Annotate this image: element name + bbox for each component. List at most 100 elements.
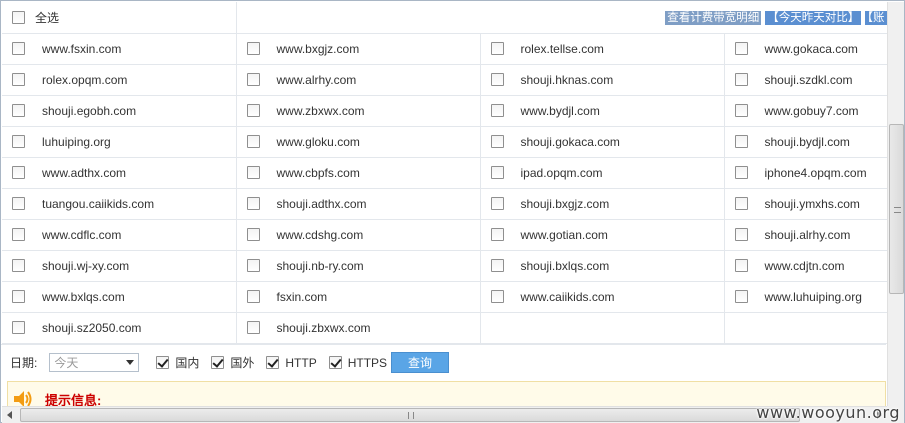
domain-cell: iphone4.opqm.com — [724, 157, 887, 189]
domain-table: 全选 查看计费带宽明细 【今天昨天对比】 【账 www.fsxin.com www.b… — [2, 2, 887, 344]
domain-checkbox[interactable] — [490, 197, 504, 210]
domain-cell: rolex.opqm.com — [2, 64, 237, 96]
domain-cell: shouji.nb-ry.com — [236, 250, 481, 282]
domain-checkbox[interactable] — [490, 290, 504, 303]
domain-checkbox[interactable] — [246, 228, 260, 241]
scroll-left-icon[interactable] — [7, 411, 12, 419]
select-all-row: 全选 查看计费带宽明细 【今天昨天对比】 【账 — [2, 2, 887, 34]
vertical-scrollbar[interactable] — [887, 2, 904, 406]
domain-checkbox[interactable] — [12, 104, 25, 117]
domain-label: www.caiikids.com — [520, 289, 615, 304]
domain-checkbox[interactable] — [734, 259, 748, 272]
domain-checkbox[interactable] — [12, 228, 25, 241]
domain-cell: www.cbpfs.com — [236, 157, 481, 189]
domain-label: www.adthx.com — [42, 165, 127, 180]
domain-checkbox[interactable] — [12, 42, 25, 55]
domain-checkbox[interactable] — [246, 259, 260, 272]
domain-checkbox[interactable] — [12, 259, 25, 272]
domain-cell: shouji.gokaca.com — [480, 126, 725, 158]
option-domestic[interactable]: 国内 — [156, 354, 199, 371]
domain-checkbox[interactable] — [246, 290, 260, 303]
domain-cell: www.gotian.com — [480, 219, 725, 251]
select-all-cell: 全选 — [2, 2, 237, 34]
tip-box: 提示信息: — [7, 381, 886, 406]
domain-checkbox[interactable] — [246, 104, 260, 117]
vertical-scroll-thumb[interactable] — [889, 124, 904, 294]
table-row: www.adthx.com www.cbpfs.com ipad.opqm.com i… — [2, 157, 887, 189]
domain-checkbox[interactable] — [734, 42, 748, 55]
domain-cell: shouji.bxlqs.com — [480, 250, 725, 282]
domain-label: shouji.szdkl.com — [764, 72, 853, 87]
account-link[interactable]: 【账 — [865, 11, 887, 26]
domain-cell: www.adthx.com — [2, 157, 237, 189]
top-links: 查看计费带宽明细 【今天昨天对比】 【账 — [236, 2, 887, 34]
domain-label: www.zbxwx.com — [276, 103, 365, 118]
domain-checkbox[interactable] — [734, 135, 748, 148]
domain-cell: www.caiikids.com — [480, 281, 725, 313]
domain-checkbox[interactable] — [246, 135, 260, 148]
domain-checkbox[interactable] — [734, 228, 748, 241]
table-row: shouji.egobh.com www.zbxwx.com www.bydjl.c… — [2, 95, 887, 127]
domain-cell: shouji.alrhy.com — [724, 219, 887, 251]
https-checkbox[interactable] — [328, 356, 342, 369]
domain-checkbox[interactable] — [246, 197, 260, 210]
domain-label: www.bxgjz.com — [276, 41, 360, 56]
option-http[interactable]: HTTP — [266, 356, 317, 370]
domain-cell: www.gloku.com — [236, 126, 481, 158]
domain-checkbox[interactable] — [734, 104, 748, 117]
domain-checkbox[interactable] — [490, 104, 504, 117]
domain-checkbox[interactable] — [246, 42, 260, 55]
domain-checkbox[interactable] — [490, 259, 504, 272]
domain-checkbox[interactable] — [734, 166, 748, 179]
domain-checkbox[interactable] — [12, 135, 25, 148]
https-label: HTTPS — [347, 355, 388, 370]
query-button[interactable]: 查询 — [391, 352, 450, 373]
domain-checkbox[interactable] — [490, 73, 504, 86]
domain-cell: shouji.ymxhs.com — [724, 188, 887, 220]
domain-checkbox[interactable] — [12, 197, 25, 210]
domain-label: www.fsxin.com — [42, 41, 122, 56]
date-select-value: 今天 — [54, 356, 79, 370]
domain-checkbox[interactable] — [490, 42, 504, 55]
table-row: luhuiping.org www.gloku.com shouji.gokaca.… — [2, 126, 887, 158]
domain-checkbox[interactable] — [490, 166, 504, 179]
domain-checkbox[interactable] — [12, 73, 25, 86]
domain-checkbox[interactable] — [734, 197, 748, 210]
domain-cell — [480, 312, 725, 344]
select-all-checkbox[interactable] — [12, 10, 25, 24]
domain-checkbox[interactable] — [246, 73, 260, 86]
domain-checkbox[interactable] — [734, 290, 748, 303]
chevron-down-icon — [126, 360, 135, 365]
domain-label: www.gokaca.com — [764, 41, 858, 56]
domain-label: shouji.egobh.com — [42, 103, 137, 118]
domain-label: fsxin.com — [276, 289, 328, 304]
compare-link[interactable]: 【今天昨天对比】 — [765, 11, 862, 26]
date-select[interactable]: 今天 — [49, 353, 140, 372]
horizontal-scroll-thumb[interactable] — [20, 408, 800, 422]
domain-label: ipad.opqm.com — [520, 165, 603, 180]
table-row: www.cdflc.com www.cdshg.com www.gotian.com… — [2, 219, 887, 251]
domestic-checkbox[interactable] — [156, 356, 170, 369]
domain-label: www.cdshg.com — [276, 227, 364, 242]
domain-label: www.bydjl.com — [520, 103, 600, 118]
http-checkbox[interactable] — [266, 356, 280, 369]
domain-checkbox[interactable] — [490, 228, 504, 241]
domain-cell: shouji.sz2050.com — [2, 312, 237, 344]
domain-cell: shouji.egobh.com — [2, 95, 237, 127]
bandwidth-detail-link[interactable]: 查看计费带宽明细 — [665, 11, 762, 26]
domain-checkbox[interactable] — [490, 135, 504, 148]
option-https[interactable]: HTTPS — [328, 355, 388, 370]
foreign-checkbox[interactable] — [211, 356, 225, 369]
domain-checkbox[interactable] — [12, 321, 25, 334]
domain-checkbox[interactable] — [12, 290, 25, 303]
domain-checkbox[interactable] — [246, 166, 260, 179]
horizontal-scrollbar[interactable] — [2, 406, 887, 423]
domain-cell: www.cdjtn.com — [724, 250, 887, 282]
domain-checkbox[interactable] — [12, 166, 25, 179]
domain-label: shouji.gokaca.com — [520, 134, 620, 149]
option-foreign[interactable]: 国外 — [211, 354, 254, 371]
domain-label: www.cdflc.com — [42, 227, 122, 242]
table-row: shouji.sz2050.com shouji.zbxwx.com — [2, 312, 887, 344]
domain-checkbox[interactable] — [734, 73, 748, 86]
domain-checkbox[interactable] — [246, 321, 260, 334]
